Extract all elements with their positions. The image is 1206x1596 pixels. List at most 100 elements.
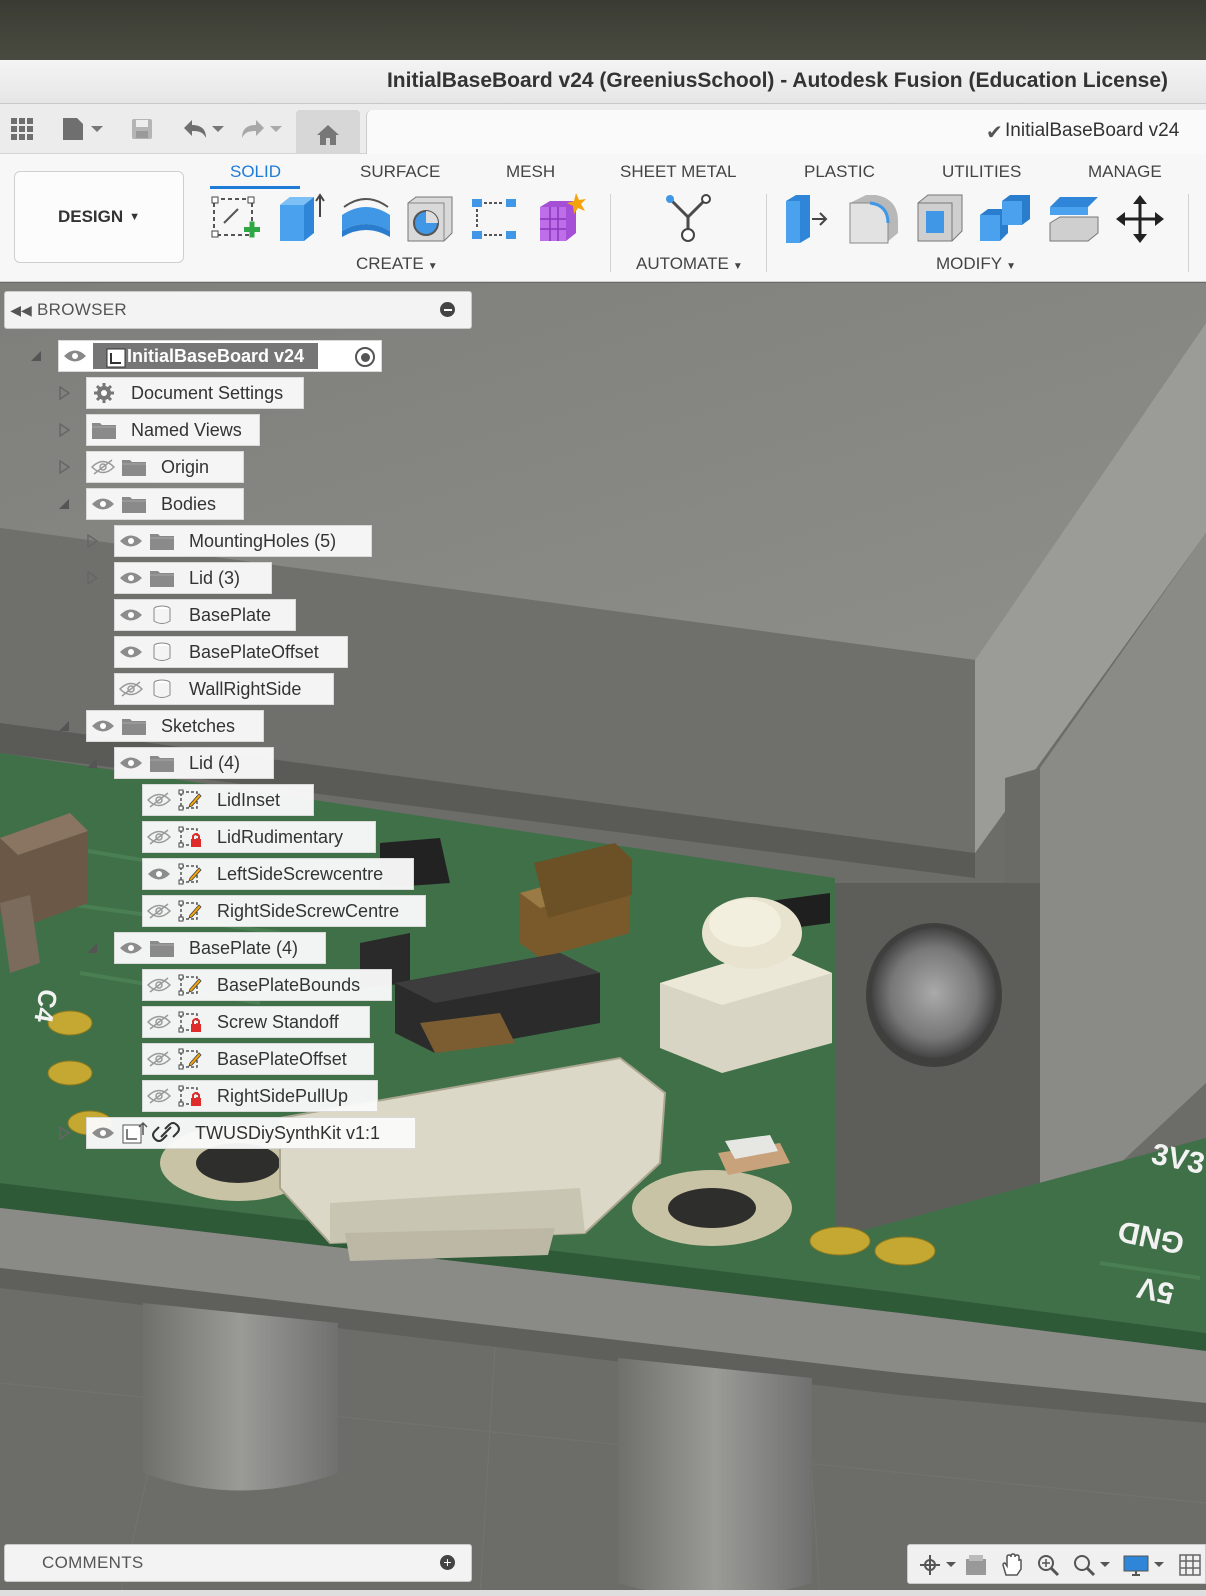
visibility-eye-icon[interactable] bbox=[89, 710, 117, 742]
browser-item-bodies[interactable]: Bodies bbox=[86, 488, 244, 520]
undo-icon[interactable] bbox=[178, 114, 226, 144]
browser-item-lidinset[interactable]: LidInset bbox=[142, 784, 314, 816]
automate-icon[interactable] bbox=[660, 192, 716, 246]
file-menu-icon[interactable] bbox=[58, 114, 106, 144]
visibility-eye-icon[interactable] bbox=[117, 599, 145, 631]
activate-component-radio[interactable] bbox=[355, 347, 375, 367]
tab-utilities[interactable]: UTILITIES bbox=[942, 162, 1021, 182]
expand-toggle-collapsed[interactable] bbox=[56, 377, 72, 409]
hidden-eye-icon[interactable] bbox=[145, 969, 173, 1001]
visibility-eye-icon[interactable] bbox=[117, 636, 145, 668]
hidden-eye-icon[interactable] bbox=[145, 1006, 173, 1038]
browser-item-screw-standoff[interactable]: Screw Standoff bbox=[142, 1006, 370, 1038]
fillet-icon[interactable] bbox=[846, 192, 902, 246]
look-at-icon[interactable] bbox=[964, 1553, 988, 1577]
browser-item-sketches[interactable]: Sketches bbox=[86, 710, 264, 742]
visibility-eye-icon[interactable] bbox=[61, 340, 89, 372]
browser-item-rightsidepullup[interactable]: RightSidePullUp bbox=[142, 1080, 378, 1112]
pan-hand-icon[interactable] bbox=[1000, 1553, 1024, 1577]
tab-manage[interactable]: MANAGE bbox=[1088, 162, 1162, 182]
press-pull-icon[interactable] bbox=[780, 192, 836, 246]
title-bar: InitialBaseBoard v24 (GreeniusSchool) - … bbox=[0, 60, 1206, 104]
workspace-switcher[interactable]: DESIGN ▼ bbox=[14, 171, 184, 263]
visibility-eye-icon[interactable] bbox=[117, 562, 145, 594]
move-icon[interactable] bbox=[1112, 192, 1168, 246]
comments-panel[interactable]: COMMENTS + bbox=[4, 1544, 472, 1582]
automate-menu[interactable]: AUTOMATE ▼ bbox=[636, 254, 743, 274]
minimize-browser-icon[interactable] bbox=[440, 302, 455, 317]
browser-item-document-settings[interactable]: Document Settings bbox=[86, 377, 304, 409]
visibility-eye-icon[interactable] bbox=[89, 1117, 117, 1149]
visibility-eye-icon[interactable] bbox=[145, 858, 173, 890]
hidden-eye-icon[interactable] bbox=[145, 1080, 173, 1112]
expand-toggle-expanded[interactable] bbox=[56, 710, 72, 742]
browser-item-named-views[interactable]: Named Views bbox=[86, 414, 260, 446]
browser-item-rightsidescrewcentre[interactable]: RightSideScrewCentre bbox=[142, 895, 426, 927]
visibility-eye-icon[interactable] bbox=[117, 525, 145, 557]
hidden-eye-icon[interactable] bbox=[145, 1043, 173, 1075]
tab-mesh[interactable]: MESH bbox=[506, 162, 555, 182]
hidden-eye-icon[interactable] bbox=[89, 451, 117, 483]
save-icon[interactable] bbox=[128, 114, 156, 144]
create-sketch-icon[interactable] bbox=[208, 192, 264, 246]
revolve-icon[interactable] bbox=[338, 192, 394, 246]
visibility-eye-icon[interactable] bbox=[89, 488, 117, 520]
browser-item-wallrightside[interactable]: WallRightSide bbox=[114, 673, 334, 705]
visibility-eye-icon[interactable] bbox=[117, 747, 145, 779]
hidden-eye-icon[interactable] bbox=[145, 821, 173, 853]
combine-icon[interactable] bbox=[978, 192, 1034, 246]
home-tab[interactable] bbox=[296, 110, 360, 156]
sketch-locked-icon bbox=[175, 1080, 205, 1112]
browser-item-baseplate-4[interactable]: BasePlate (4) bbox=[114, 932, 326, 964]
shell-icon[interactable] bbox=[912, 192, 968, 246]
browser-item-baseplate[interactable]: BasePlate bbox=[114, 599, 296, 631]
browser-item-leftsidescrewcentre[interactable]: LeftSideScrewcentre bbox=[142, 858, 414, 890]
browser-item-baseplatebounds[interactable]: BasePlateBounds bbox=[142, 969, 392, 1001]
hole-icon[interactable] bbox=[402, 192, 458, 246]
browser-header[interactable]: ◀◀ BROWSER bbox=[4, 291, 472, 329]
add-comment-icon[interactable]: + bbox=[440, 1555, 455, 1570]
tab-surface[interactable]: SURFACE bbox=[360, 162, 440, 182]
extrude-icon[interactable] bbox=[274, 192, 330, 246]
display-settings-icon[interactable] bbox=[1122, 1553, 1166, 1577]
browser-item-origin[interactable]: Origin bbox=[86, 451, 244, 483]
expand-toggle-expanded[interactable] bbox=[28, 340, 44, 372]
expand-toggle-expanded[interactable] bbox=[56, 488, 72, 520]
expand-toggle-collapsed[interactable] bbox=[56, 451, 72, 483]
grid-snap-icon[interactable] bbox=[1178, 1553, 1202, 1577]
browser-item-lid-3[interactable]: Lid (3) bbox=[114, 562, 272, 594]
expand-toggle-collapsed[interactable] bbox=[84, 525, 100, 557]
browser-root-item[interactable]: InitialBaseBoard v24 bbox=[58, 340, 382, 372]
tab-solid[interactable]: SOLID bbox=[230, 162, 281, 182]
tab-plastic[interactable]: PLASTIC bbox=[804, 162, 875, 182]
modify-menu[interactable]: MODIFY ▼ bbox=[936, 254, 1016, 274]
browser-item-lid-4[interactable]: Lid (4) bbox=[114, 747, 274, 779]
tab-sheet-metal[interactable]: SHEET METAL bbox=[620, 162, 737, 182]
collapse-panel-icon[interactable]: ◀◀ bbox=[5, 302, 37, 319]
browser-item-twusdiysynthkit-v1-1[interactable]: TWUSDiySynthKit v1:1 bbox=[86, 1117, 416, 1149]
browser-item-label: BasePlateBounds bbox=[217, 974, 361, 995]
expand-toggle-collapsed[interactable] bbox=[84, 562, 100, 594]
ribbon-divider bbox=[1188, 194, 1189, 272]
redo-icon[interactable] bbox=[236, 114, 284, 144]
expand-toggle-collapsed[interactable] bbox=[56, 1117, 72, 1149]
browser-item-baseplateoffset[interactable]: BasePlateOffset bbox=[142, 1043, 374, 1075]
app-grid-icon[interactable] bbox=[8, 114, 36, 144]
hidden-eye-icon[interactable] bbox=[145, 895, 173, 927]
expand-toggle-expanded[interactable] bbox=[84, 932, 100, 964]
browser-item-mountingholes-5[interactable]: MountingHoles (5) bbox=[114, 525, 372, 557]
hidden-eye-icon[interactable] bbox=[117, 673, 145, 705]
visibility-eye-icon[interactable] bbox=[117, 932, 145, 964]
form-icon[interactable] bbox=[532, 192, 588, 246]
orbit-icon[interactable] bbox=[918, 1553, 958, 1577]
expand-toggle-collapsed[interactable] bbox=[56, 414, 72, 446]
browser-item-lidrudimentary[interactable]: LidRudimentary bbox=[142, 821, 376, 853]
browser-item-baseplateoffset[interactable]: BasePlateOffset bbox=[114, 636, 348, 668]
pattern-icon[interactable] bbox=[466, 192, 522, 246]
create-menu[interactable]: CREATE ▼ bbox=[356, 254, 438, 274]
hidden-eye-icon[interactable] bbox=[145, 784, 173, 816]
zoom-window-icon[interactable] bbox=[1072, 1553, 1112, 1577]
offset-face-icon[interactable] bbox=[1046, 192, 1102, 246]
expand-toggle-expanded[interactable] bbox=[84, 747, 100, 779]
zoom-icon[interactable] bbox=[1036, 1553, 1060, 1577]
